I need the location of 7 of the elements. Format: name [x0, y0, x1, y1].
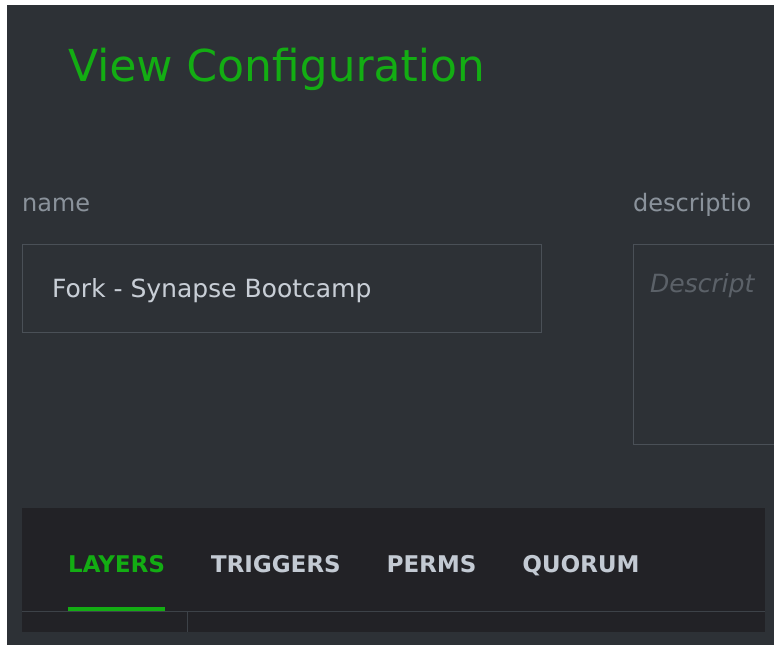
- field-label: descriptio: [633, 188, 752, 219]
- name-field[interactable]: Fork - Synapse Bootcamp: [22, 244, 542, 333]
- field-label: name: [22, 188, 92, 219]
- tab[interactable]: TRIGGERS: [210, 541, 341, 611]
- tab[interactable]: QUORUM: [522, 541, 640, 611]
- tab[interactable]: PERMS: [386, 541, 476, 611]
- page-title: View Configuration: [67, 40, 486, 94]
